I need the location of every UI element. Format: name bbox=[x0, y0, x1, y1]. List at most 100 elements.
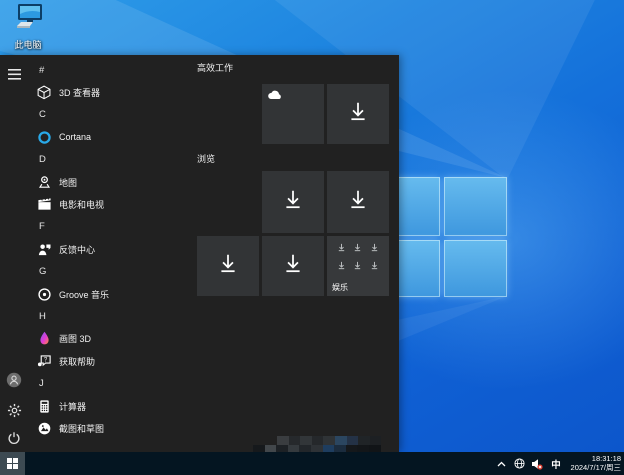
tile-pending-download[interactable] bbox=[197, 236, 259, 296]
clock-date: 2024/7/17/周三 bbox=[570, 462, 621, 472]
3d-viewer-icon-box bbox=[36, 85, 52, 101]
tile-pending-download[interactable] bbox=[262, 171, 324, 233]
groove-music-icon bbox=[37, 287, 51, 301]
download-arrow bbox=[282, 189, 304, 216]
cortana-icon-box bbox=[36, 129, 52, 145]
download-arrow bbox=[217, 253, 239, 280]
movies-tv-icon bbox=[37, 197, 51, 210]
screen: 此电脑 # 3D 查看器 C Cortana D 地图 电影和电视 F 反馈中心… bbox=[0, 0, 624, 475]
get-help-icon-box: ? bbox=[36, 353, 52, 369]
settings-button[interactable] bbox=[3, 399, 25, 421]
app-label: J bbox=[39, 378, 44, 390]
start-button[interactable] bbox=[0, 452, 25, 475]
mosaic-block bbox=[310, 445, 323, 452]
mosaic-block bbox=[300, 436, 312, 445]
app-list-item[interactable]: 地图 bbox=[30, 171, 190, 193]
tile-pending-download[interactable] bbox=[262, 236, 324, 296]
download-arrow-icon bbox=[355, 243, 361, 252]
download-arrow-icon bbox=[338, 261, 345, 270]
taskbar-clock[interactable]: 18:31:18 2024/7/17/周三 bbox=[569, 454, 622, 472]
taskbar: 中 18:31:18 2024/7/17/周三 bbox=[0, 452, 624, 475]
user-avatar-icon bbox=[6, 372, 22, 388]
app-list-section-letter[interactable]: C bbox=[30, 104, 190, 126]
app-label: 反馈中心 bbox=[59, 244, 96, 255]
paint-3d-icon-box bbox=[36, 331, 52, 347]
download-arrow-icon bbox=[351, 190, 365, 209]
tile-pending-download[interactable] bbox=[327, 84, 389, 144]
ime-indicator[interactable]: 中 bbox=[549, 457, 563, 471]
app-list-section-letter[interactable]: D bbox=[30, 149, 190, 171]
download-arrow bbox=[282, 253, 304, 280]
start-menu: #3D 查看器 C Cortana D 地图电影和电视 F 反馈中心 G Groove 音乐 H 画… bbox=[0, 55, 399, 452]
maps-icon-box bbox=[36, 174, 52, 190]
download-arrow-icon bbox=[338, 243, 345, 252]
menu-hamburger-button[interactable] bbox=[3, 63, 25, 85]
download-arrow bbox=[347, 189, 369, 216]
mosaic-row bbox=[253, 445, 381, 452]
user-account-button[interactable] bbox=[3, 369, 25, 391]
tile-folder-娱乐[interactable]: 娱乐 bbox=[327, 236, 389, 296]
app-list-item[interactable]: 3D 查看器 bbox=[30, 81, 190, 103]
mosaic-block bbox=[323, 436, 335, 445]
tile-onedrive[interactable] bbox=[262, 84, 324, 144]
app-list-section-letter[interactable]: # bbox=[30, 59, 190, 81]
app-list-item[interactable]: 电影和电视 bbox=[30, 193, 190, 215]
app-label: 地图 bbox=[59, 177, 78, 188]
mosaic-block bbox=[311, 436, 324, 445]
mosaic-block bbox=[287, 445, 300, 452]
app-list-item[interactable]: 计算器 bbox=[30, 395, 190, 417]
desktop-icon-this-pc[interactable]: 此电脑 bbox=[6, 3, 50, 51]
download-arrow-icon bbox=[286, 254, 300, 273]
power-button[interactable] bbox=[3, 427, 25, 449]
app-label: 获取帮助 bbox=[59, 356, 96, 367]
app-list-section-letter[interactable]: H bbox=[30, 305, 190, 327]
feedback-hub-icon-box bbox=[36, 241, 52, 257]
mosaic-block bbox=[334, 445, 346, 452]
mosaic-block bbox=[299, 445, 311, 452]
onedrive-cloud-icon bbox=[268, 90, 281, 99]
folder-tile-mini-grid bbox=[333, 243, 383, 270]
mosaic-block bbox=[288, 436, 301, 445]
snip-sketch-icon bbox=[38, 422, 50, 435]
app-label: Groove 音乐 bbox=[59, 289, 110, 300]
get-help-icon: ? bbox=[37, 355, 51, 367]
tray-network-button[interactable] bbox=[513, 457, 525, 471]
app-list-item[interactable]: Groove 音乐 bbox=[30, 283, 190, 305]
calculator-icon-box bbox=[36, 398, 52, 414]
network-globe-icon bbox=[513, 458, 525, 469]
wallpaper-logo-pane bbox=[444, 177, 507, 236]
app-list-section-letter[interactable]: J bbox=[30, 372, 190, 394]
tile-pending-download[interactable] bbox=[327, 171, 389, 233]
maps-icon bbox=[38, 175, 50, 188]
app-list-section-letter[interactable]: F bbox=[30, 216, 190, 238]
app-list-item[interactable]: 反馈中心 bbox=[30, 238, 190, 260]
mosaic-block bbox=[358, 436, 370, 445]
mosaic-block bbox=[264, 445, 277, 452]
app-list-section-letter[interactable]: G bbox=[30, 261, 190, 283]
app-label: 画图 3D bbox=[59, 334, 92, 345]
tray-volume-button[interactable] bbox=[531, 457, 543, 471]
tray-chevron-button[interactable] bbox=[495, 457, 507, 471]
app-label: F bbox=[39, 221, 45, 233]
groove-music-icon-box bbox=[36, 286, 52, 302]
download-arrow-icon bbox=[355, 261, 361, 270]
3d-viewer-icon bbox=[37, 85, 50, 100]
mosaic-block bbox=[253, 445, 265, 452]
app-list-item[interactable]: ? 获取帮助 bbox=[30, 350, 190, 372]
mosaic-block bbox=[368, 445, 381, 452]
mosaic-block bbox=[322, 445, 335, 452]
calculator-icon bbox=[39, 399, 49, 413]
app-label: 截图和草图 bbox=[59, 423, 105, 434]
download-arrow-icon bbox=[371, 243, 378, 252]
app-list-item[interactable]: 截图和草图 bbox=[30, 417, 190, 439]
mosaic-block bbox=[276, 445, 288, 452]
app-list-item[interactable]: 画图 3D bbox=[30, 328, 190, 350]
mosaic-block bbox=[277, 436, 289, 445]
tile-group-title: 浏览 bbox=[197, 154, 216, 164]
app-list: #3D 查看器 C Cortana D 地图电影和电视 F 反馈中心 G Groove 音乐 H 画… bbox=[30, 59, 190, 440]
app-list-item[interactable]: Cortana bbox=[30, 126, 190, 148]
app-label: 3D 查看器 bbox=[59, 88, 101, 99]
wallpaper-logo-pane bbox=[444, 240, 507, 297]
app-label: # bbox=[39, 64, 45, 76]
app-label: 电影和电视 bbox=[59, 200, 105, 211]
